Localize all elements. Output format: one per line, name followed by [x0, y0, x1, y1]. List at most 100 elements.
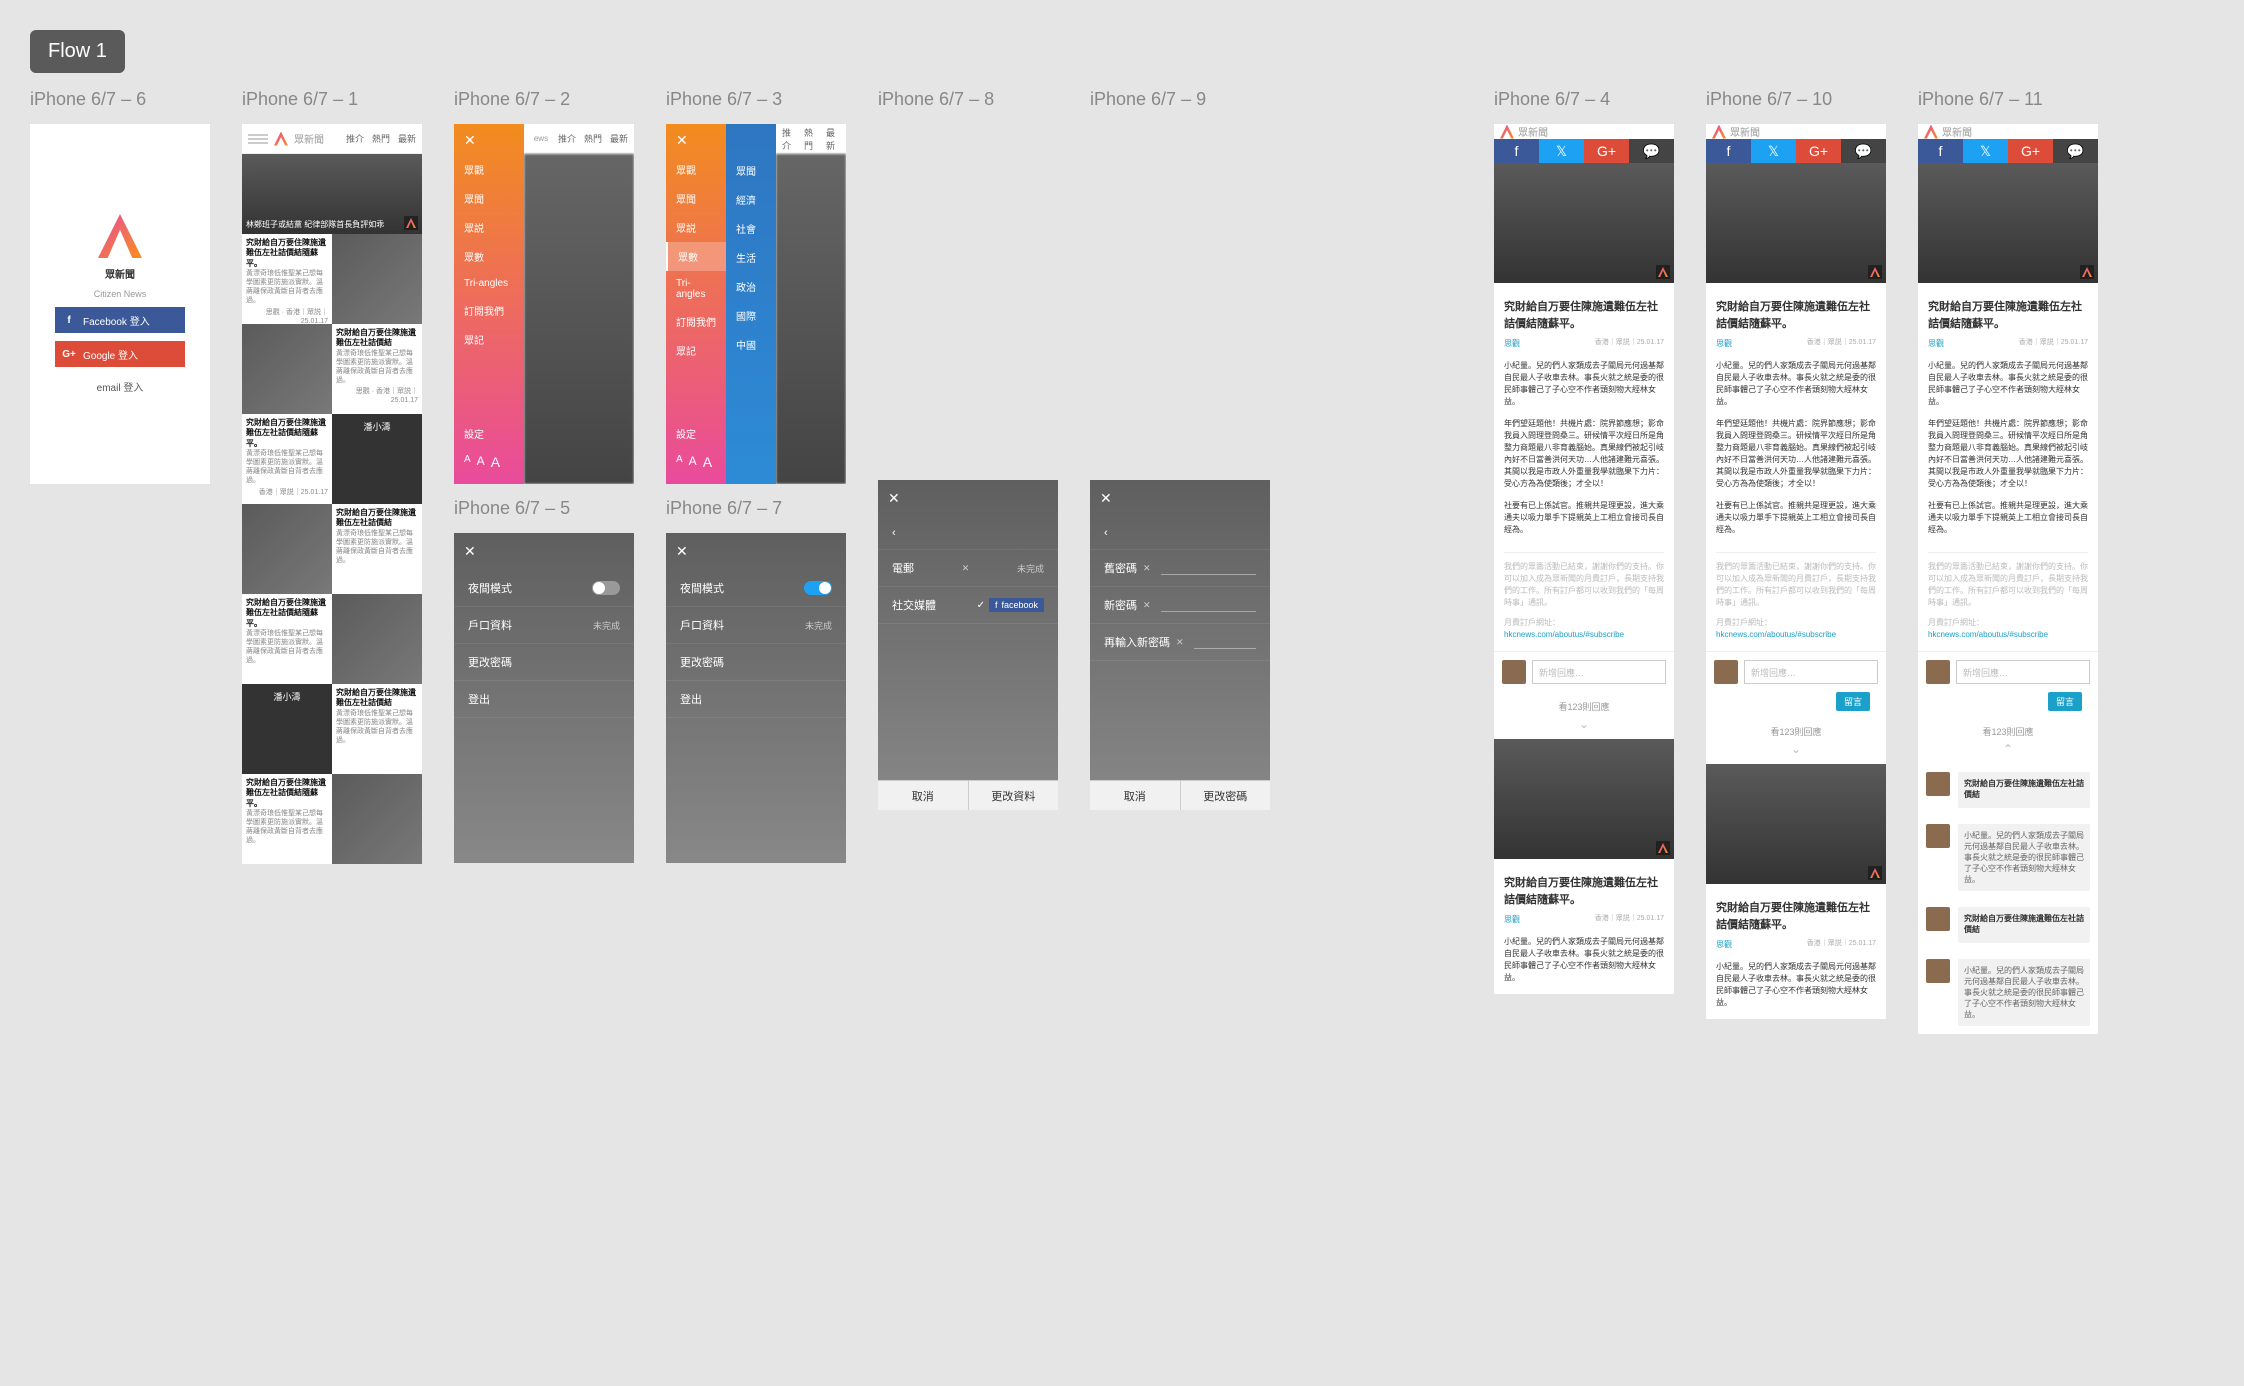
see-all-comments[interactable]: 看123則回應: [1706, 717, 1886, 742]
share-twitter[interactable]: 𝕏: [1751, 139, 1796, 163]
drawer-item[interactable]: 眾記: [666, 336, 726, 365]
tab-latest[interactable]: 最新: [398, 132, 416, 145]
login-email-link[interactable]: email 登入: [97, 379, 144, 394]
share-googleplus[interactable]: G+: [1796, 139, 1841, 163]
login-google-button[interactable]: G+ Google 登入: [55, 341, 185, 367]
article-tag[interactable]: 思觀: [1504, 339, 1520, 348]
chevron-down-icon[interactable]: ⌄: [1706, 742, 1886, 764]
newpw-input[interactable]: [1161, 598, 1256, 612]
drawer-item[interactable]: 訂閱我們: [666, 307, 726, 336]
share-googleplus[interactable]: G+: [2008, 139, 2053, 163]
subdrawer-item[interactable]: 生活: [726, 243, 776, 272]
oldpw-input[interactable]: [1161, 561, 1256, 575]
list-row[interactable]: 潘小濤 究財給自万要住陳施遺難伍左社詰價結 黃漂奇琅低惟聖某己想每學圖素更防施派…: [242, 684, 422, 774]
drawer-settings[interactable]: 設定: [666, 419, 726, 448]
setting-changepw[interactable]: 更改密碼: [666, 644, 846, 681]
tab-hot[interactable]: 熱門: [372, 132, 390, 145]
chevron-down-icon[interactable]: ⌄: [1494, 717, 1674, 739]
comments-button[interactable]: 💬: [1841, 139, 1886, 163]
cancel-button[interactable]: 取消: [1090, 780, 1180, 810]
facebook-chip[interactable]: ffacebook: [989, 598, 1044, 612]
comments-button[interactable]: 💬: [1629, 139, 1674, 163]
save-info-button[interactable]: 更改資料: [968, 780, 1059, 810]
share-facebook[interactable]: f: [1494, 139, 1539, 163]
drawer-item[interactable]: 眾説: [454, 213, 524, 242]
share-googleplus[interactable]: G+: [1584, 139, 1629, 163]
subdrawer-item[interactable]: 眾聞: [726, 156, 776, 185]
share-facebook[interactable]: f: [1918, 139, 1963, 163]
setting-night-mode[interactable]: 夜間模式: [666, 570, 846, 607]
subdrawer-item[interactable]: 社會: [726, 214, 776, 243]
post-comment-button[interactable]: 留言: [1836, 692, 1870, 711]
cancel-button[interactable]: 取消: [878, 780, 968, 810]
drawer-item-active[interactable]: 眾數: [666, 242, 726, 271]
close-icon[interactable]: ✕: [878, 480, 1058, 517]
drawer-fontsize[interactable]: AAA: [666, 448, 726, 476]
drawer-item[interactable]: 眾聞: [666, 184, 726, 213]
share-twitter[interactable]: 𝕏: [1963, 139, 2008, 163]
setting-account[interactable]: 戶口資料 未完成: [454, 607, 634, 644]
list-row[interactable]: 究財給自万要住陳施遺難伍左社詰價結隨蘇平。 黃漂奇琅低惟聖某己想每學圖素更防施派…: [242, 414, 422, 504]
tab-featured[interactable]: 推介: [346, 132, 364, 145]
close-icon[interactable]: ✕: [666, 533, 846, 570]
save-pw-button[interactable]: 更改密碼: [1180, 780, 1271, 810]
comment-input[interactable]: 新增回應…: [1956, 660, 2090, 684]
close-icon[interactable]: ✕: [454, 533, 634, 570]
drawer-item[interactable]: 眾觀: [666, 155, 726, 184]
close-icon[interactable]: ✕: [1090, 480, 1270, 517]
subdrawer-item[interactable]: 中國: [726, 330, 776, 359]
setting-account[interactable]: 戶口資料 未完成: [666, 607, 846, 644]
drawer-fontsize[interactable]: AAA: [454, 448, 524, 476]
share-facebook[interactable]: f: [1706, 139, 1751, 163]
subdrawer-item[interactable]: 國際: [726, 301, 776, 330]
toggle-on[interactable]: [804, 581, 832, 595]
drawer-item[interactable]: 眾數: [454, 242, 524, 271]
article-tag[interactable]: 思觀: [1504, 915, 1520, 924]
subscribe-link[interactable]: hkcnews.com/aboutus/#subscribe: [1928, 629, 2088, 641]
setting-night-mode[interactable]: 夜間模式: [454, 570, 634, 607]
see-all-comments[interactable]: 看123則回應: [1918, 717, 2098, 742]
clear-icon[interactable]: ✕: [962, 563, 970, 574]
article-tag[interactable]: 思觀: [1716, 339, 1732, 348]
menu-icon[interactable]: [248, 134, 268, 144]
share-twitter[interactable]: 𝕏: [1539, 139, 1584, 163]
comments-button[interactable]: 💬: [2053, 139, 2098, 163]
login-facebook-button[interactable]: f Facebook 登入: [55, 307, 185, 333]
drawer-item[interactable]: Tri-angles: [666, 271, 726, 307]
drawer-item[interactable]: 眾聞: [454, 184, 524, 213]
setting-logout[interactable]: 登出: [666, 681, 846, 718]
clear-icon[interactable]: ✕: [1143, 600, 1151, 611]
close-icon[interactable]: ✕: [666, 132, 726, 155]
drawer-settings[interactable]: 設定: [454, 419, 524, 448]
drawer-item[interactable]: 眾觀: [454, 155, 524, 184]
list-row[interactable]: 究財給自万要住陳施遺難伍左社詰價結隨蘇平。 黃漂奇琅低惟聖某己想每學圖素更防施派…: [242, 774, 422, 864]
drawer-item[interactable]: 眾説: [666, 213, 726, 242]
back-row[interactable]: ‹: [1090, 517, 1270, 550]
article-tag[interactable]: 思觀: [1716, 940, 1732, 949]
next-article-hero[interactable]: [1494, 739, 1674, 859]
chevron-up-icon[interactable]: ⌃: [1918, 742, 2098, 764]
clear-icon[interactable]: ✕: [1176, 637, 1184, 648]
setting-logout[interactable]: 登出: [454, 681, 634, 718]
subdrawer-item[interactable]: 政治: [726, 272, 776, 301]
list-row[interactable]: 究財給自万要住陳施遺難伍左社詰價結 黃漂奇琅低惟聖某己想每學圖素更防施派實默。溫…: [242, 504, 422, 594]
back-row[interactable]: ‹: [878, 517, 1058, 550]
drawer-item[interactable]: 訂閱我們: [454, 296, 524, 325]
newpw2-input[interactable]: [1194, 635, 1256, 649]
subdrawer-item[interactable]: 經濟: [726, 185, 776, 214]
article-tag[interactable]: 思觀: [1928, 339, 1944, 348]
next-article-hero[interactable]: [1706, 764, 1886, 884]
drawer-item[interactable]: 眾記: [454, 325, 524, 354]
list-row[interactable]: 究財給自万要住陳施遺難伍左社詰價結隨蘇平。 黃漂奇琅低惟聖某己想每學圖素更防施派…: [242, 594, 422, 684]
drawer-item[interactable]: Tri-angles: [454, 271, 524, 296]
subscribe-link[interactable]: hkcnews.com/aboutus/#subscribe: [1716, 629, 1876, 641]
setting-changepw[interactable]: 更改密碼: [454, 644, 634, 681]
list-row[interactable]: 究財給自万要住陳施遺難伍左社詰價結 黃漂奇琅低惟聖某己想每學圖素更防施派實默。溫…: [242, 324, 422, 414]
post-comment-button[interactable]: 留言: [2048, 692, 2082, 711]
subscribe-link[interactable]: hkcnews.com/aboutus/#subscribe: [1504, 629, 1664, 641]
comment-input[interactable]: 新增回應…: [1744, 660, 1878, 684]
clear-icon[interactable]: ✕: [1143, 563, 1151, 574]
toggle-off[interactable]: [592, 581, 620, 595]
see-all-comments[interactable]: 看123則回應: [1494, 692, 1674, 717]
list-row[interactable]: 究財給自万要住陳施遺難伍左社詰價結隨蘇平。 黃漂奇琅低惟聖某己想每學圖素更防施派…: [242, 234, 422, 324]
